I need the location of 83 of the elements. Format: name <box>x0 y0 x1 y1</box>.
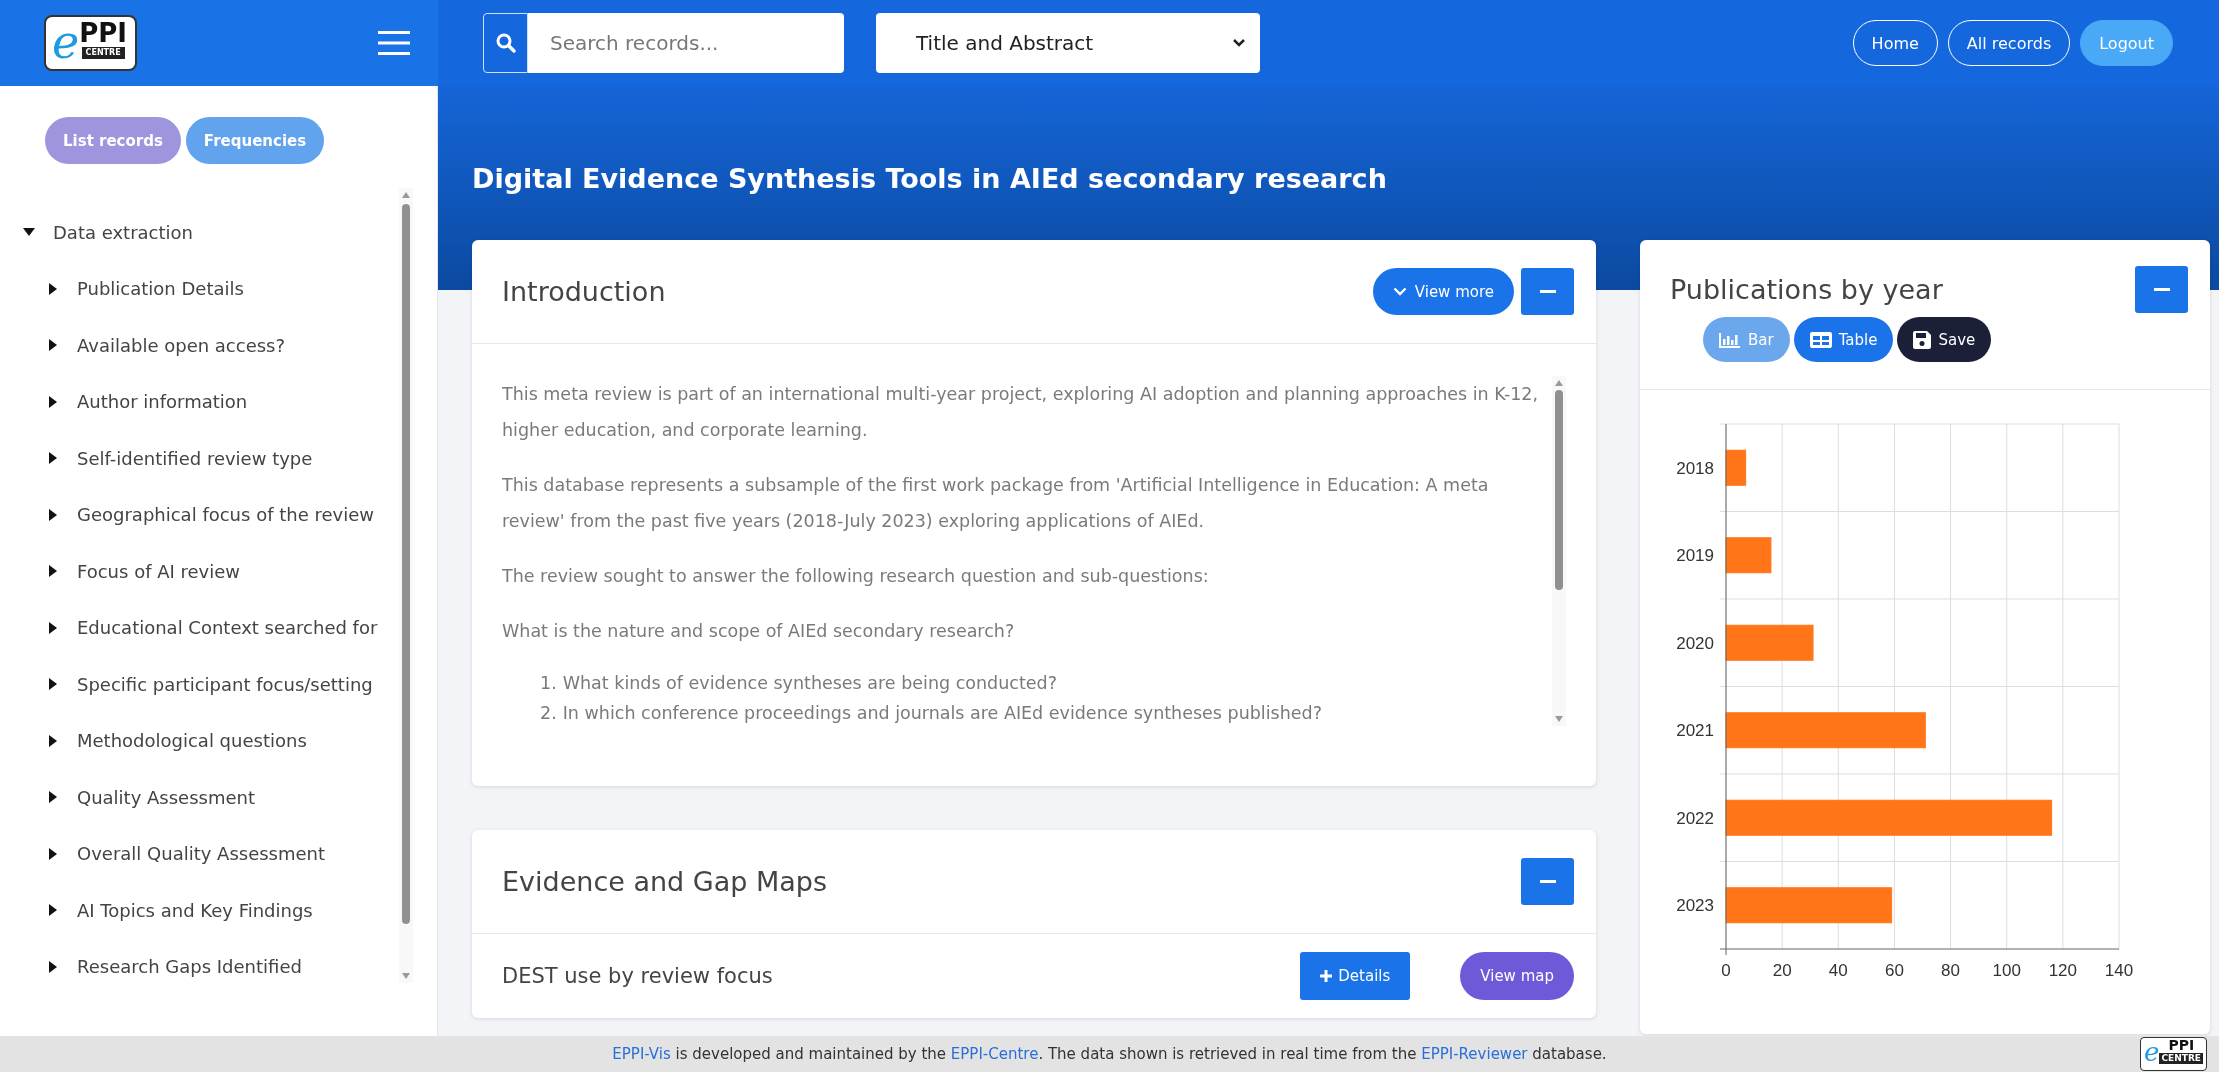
plus-icon <box>1320 970 1333 982</box>
axis-label: 80 <box>1941 961 1961 980</box>
collapse-button[interactable] <box>1521 858 1574 905</box>
scroll-up-icon <box>1555 380 1563 386</box>
axis-label: 2019 <box>1676 546 1714 566</box>
table-icon <box>1809 331 1832 348</box>
tree-item[interactable]: Self-identified review type <box>77 447 313 469</box>
chevron-icon <box>1392 287 1407 296</box>
footer-link[interactable]: EPPI-Centre <box>950 1045 1039 1063</box>
footer-link[interactable]: EPPI-Vis <box>612 1045 671 1063</box>
footer-link[interactable]: EPPI-Reviewer <box>1421 1045 1528 1063</box>
axis-label: 120 <box>2048 961 2078 980</box>
bar <box>1725 537 1772 574</box>
scroll-down-icon <box>1555 716 1563 722</box>
collapse-button[interactable] <box>1521 268 1574 315</box>
tree-item[interactable]: Author information <box>77 391 248 413</box>
tree-item[interactable]: Research Gaps Identified <box>77 956 302 978</box>
scroll-down-icon <box>402 973 410 979</box>
tree-item[interactable]: Focus of AI review <box>77 560 241 582</box>
expand-triangle-icon[interactable] <box>47 960 59 973</box>
paragraph: The review sought to answer the following research question and sub-questions: <box>502 565 1210 588</box>
expand-triangle-icon[interactable] <box>47 621 59 634</box>
expand-triangle-icon[interactable] <box>47 282 59 295</box>
scroll-up-icon <box>402 192 410 198</box>
list-item: In which conference proceedings and journals are AIEd evidence syntheses published? <box>562 702 1322 725</box>
axis-label: 2018 <box>1676 458 1714 478</box>
axis-label: 40 <box>1828 961 1848 980</box>
view-more-button[interactable]: View more <box>1372 268 1514 315</box>
expand-triangle-icon[interactable] <box>47 339 59 352</box>
tree-item[interactable]: Educational Context searched for <box>77 617 378 639</box>
expand-triangle-icon[interactable] <box>47 791 59 804</box>
collapse-button[interactable] <box>2135 266 2188 313</box>
axis-label: 60 <box>1884 961 1904 980</box>
field-dropdown[interactable]: Title and Abstract <box>876 13 1260 73</box>
axis-label: 2021 <box>1676 721 1714 741</box>
expand-triangle-icon[interactable] <box>47 395 59 408</box>
paragraph: This database represents a subsample of the first work package from 'Artificial Intelligence in Education: A meta review' from the past five years (2018-July 2023) exploring applications of AIEd. <box>502 474 1490 533</box>
axis-label: 2023 <box>1676 896 1714 916</box>
view-button[interactable]: Table <box>1793 317 1894 362</box>
tree-item[interactable]: Specific participant focus/setting <box>77 673 373 695</box>
expand-triangle-icon[interactable] <box>47 565 59 578</box>
axis-label: 2022 <box>1676 808 1714 828</box>
search-field[interactable]: Search records... <box>528 13 844 73</box>
tree-item[interactable]: Publication Details <box>77 278 244 300</box>
expand-triangle-icon[interactable] <box>47 508 59 521</box>
axis-label: 0 <box>1721 961 1731 980</box>
menu-icon <box>378 30 410 56</box>
footer-text: EPPI-Vis is developed and maintained by the EPPI-Centre. The data shown is retrieved in real time from the EPPI-Reviewer database. <box>612 1045 1607 1063</box>
tree-item[interactable]: AI Topics and Key Findings <box>77 899 313 921</box>
tree-item[interactable]: Methodological questions <box>77 730 307 752</box>
bar-chart-icon <box>1719 331 1741 348</box>
tree-item[interactable]: Available open access? <box>77 334 286 356</box>
tree-item[interactable]: Quality Assessment <box>77 786 255 808</box>
list-number: 1. <box>540 672 557 695</box>
details-button[interactable]: Details <box>1300 952 1411 1000</box>
expand-triangle-icon[interactable] <box>47 452 59 465</box>
view-button[interactable]: Save <box>1897 317 1992 362</box>
tree-item[interactable]: Geographical focus of the review <box>77 504 374 526</box>
axis-label: 2020 <box>1676 633 1714 653</box>
axis-label: 140 <box>2104 961 2134 980</box>
expand-triangle-icon[interactable] <box>47 678 59 691</box>
caret-icon <box>1232 38 1246 48</box>
list-number: 2. <box>540 702 557 725</box>
map-title: DEST use by review focus <box>502 964 773 988</box>
scrollbar[interactable] <box>399 188 413 983</box>
page-title: Digital Evidence Synthesis Tools in AIEd secondary research <box>472 162 1388 196</box>
paragraph: This meta review is part of an international multi-year project, exploring AI adoption and planning approaches in K-12, higher education, and corporate learning. <box>502 383 1540 442</box>
card-title: Evidence and Gap Maps <box>502 866 828 897</box>
view-map-button[interactable]: View map <box>1460 952 1574 1000</box>
paragraph: What is the nature and scope of AIEd secondary research? <box>502 620 1016 643</box>
bar <box>1725 449 1747 486</box>
list-item: What kinds of evidence syntheses are being conducted? <box>562 672 1057 695</box>
search-icon <box>495 33 516 53</box>
axis-label: 100 <box>1992 961 2021 980</box>
expand-triangle-icon[interactable] <box>47 734 59 747</box>
card-title: Publications by year <box>1670 274 1943 305</box>
expand-triangle-icon[interactable] <box>47 904 59 917</box>
tree-item[interactable]: Overall Quality Assessment <box>77 843 326 865</box>
axis-label: 20 <box>1772 961 1792 980</box>
expand-triangle-icon[interactable] <box>47 847 59 860</box>
tree-item[interactable]: Data extraction <box>53 221 193 243</box>
scrollbar[interactable] <box>1552 376 1566 726</box>
card-title: Introduction <box>502 276 666 307</box>
